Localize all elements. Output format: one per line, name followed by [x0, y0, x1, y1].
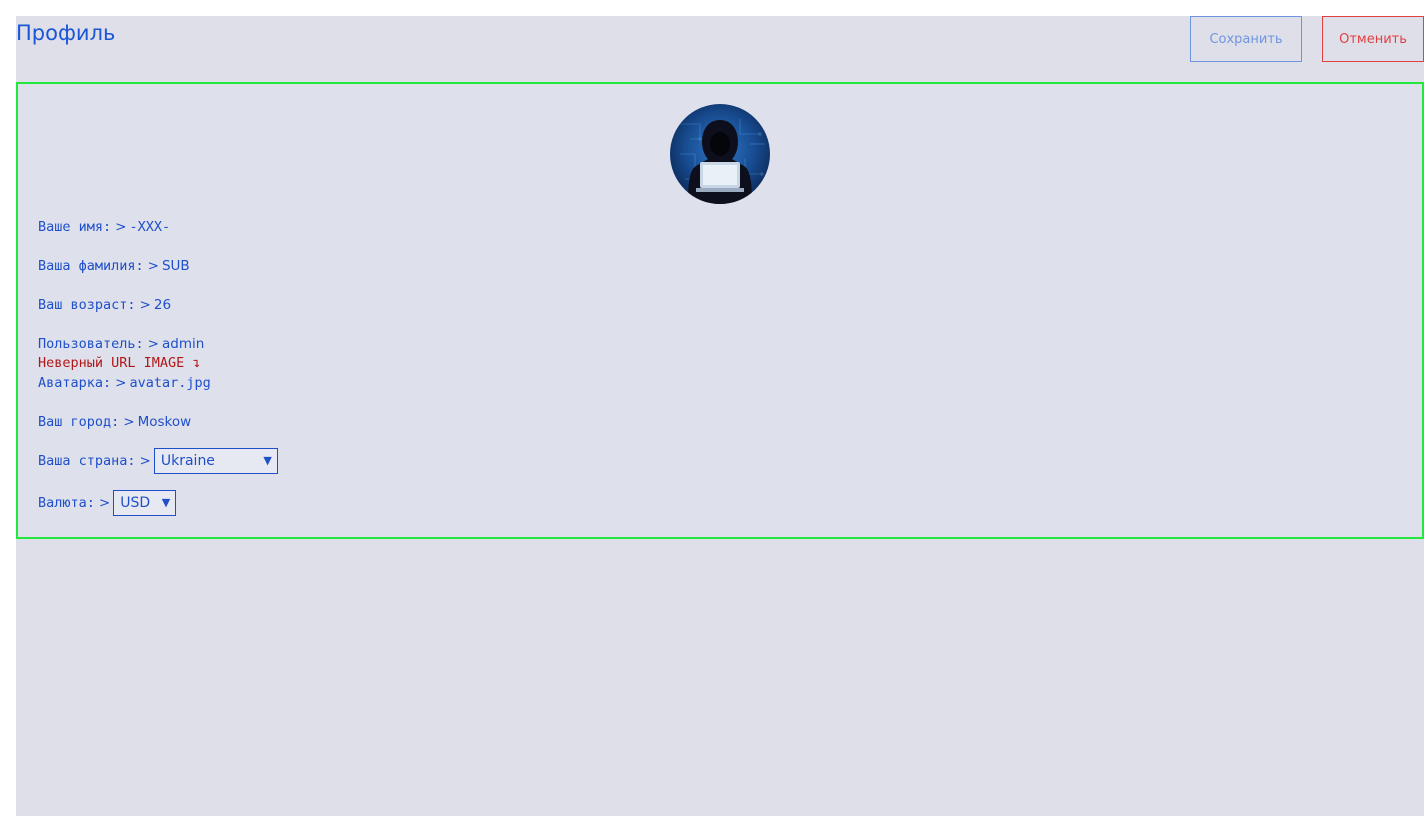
currency-select[interactable]: USD ▼ [113, 490, 177, 516]
currency-select-value: USD [120, 495, 151, 511]
country-label: Ваша страна: [38, 453, 136, 469]
country-row: Ваша страна: > Ukraine ▼ [38, 448, 278, 474]
avatar-file-row: Аватарка: > avatar.jpg [38, 374, 211, 392]
name-row: Ваше имя: > -XXX- [38, 218, 170, 236]
currency-row: Валюта: > USD ▼ [38, 490, 177, 516]
avatar-file-label: Аватарка: [38, 375, 112, 391]
age-value[interactable]: 26 [154, 297, 171, 313]
chevron-down-icon: ▼ [161, 496, 171, 509]
arrow-icon: > [139, 453, 151, 469]
save-button[interactable]: Сохранить [1190, 16, 1302, 62]
surname-value[interactable]: SUB [162, 258, 190, 274]
arrow-icon: > [123, 414, 135, 430]
currency-label: Валюта: [38, 495, 95, 511]
surname-row: Ваша фамилия: > SUB [38, 257, 190, 275]
hooded-hacker-avatar-icon [670, 104, 770, 204]
user-label: Пользователь: [38, 336, 144, 352]
page-title: Профиль [16, 21, 116, 45]
city-row: Ваш город: > Moskow [38, 413, 191, 431]
age-row: Ваш возраст: >26 [38, 296, 171, 314]
surname-label: Ваша фамилия: [38, 258, 144, 274]
cancel-button[interactable]: Отменить [1322, 16, 1424, 62]
image-error-message: Неверный URL IMAGE ↴ [38, 355, 201, 371]
chevron-down-icon: ▼ [263, 454, 272, 467]
arrow-icon: > [115, 219, 127, 235]
avatar [670, 104, 770, 204]
arrow-icon: > [139, 297, 151, 313]
arrow-icon: > [147, 336, 159, 352]
arrow-icon: > [98, 495, 111, 511]
city-value[interactable]: Moskow [138, 414, 192, 430]
user-row: Пользователь: > admin [38, 335, 204, 353]
user-value[interactable]: admin [162, 336, 204, 352]
name-label: Ваше имя: [38, 219, 112, 235]
arrow-icon: > [115, 375, 127, 391]
name-value[interactable]: -XXX- [129, 219, 170, 235]
age-label: Ваш возраст: [38, 297, 136, 313]
country-select[interactable]: Ukraine ▼ [153, 448, 278, 474]
arrow-icon: > [147, 258, 159, 274]
profile-card: Ваше имя: > -XXX- Ваша фамилия: > SUB Ваш во… [16, 82, 1424, 539]
country-select-value: Ukraine [160, 453, 215, 469]
avatar-file-value[interactable]: avatar.jpg [129, 375, 210, 391]
city-label: Ваш город: [38, 414, 120, 430]
profile-page: Профиль Сохранить Отменить Ваше имя: > -… [16, 16, 1424, 816]
